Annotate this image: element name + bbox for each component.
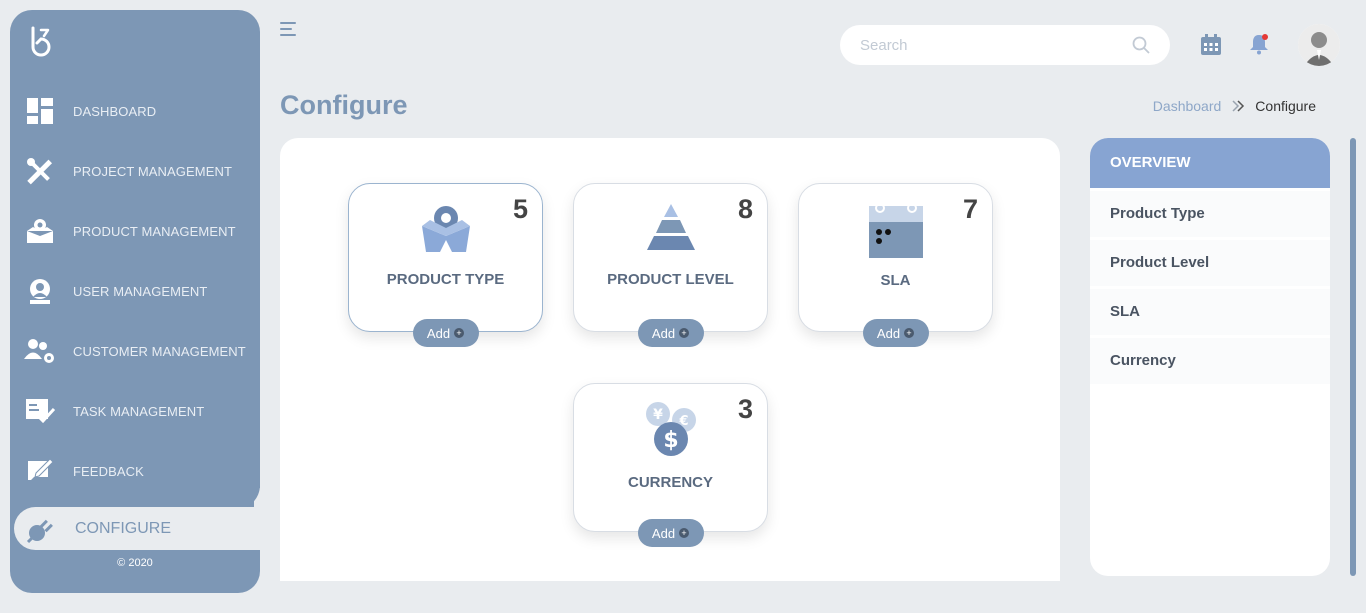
overview-title: OVERVIEW	[1090, 138, 1330, 188]
overview-item-currency[interactable]: Currency	[1090, 338, 1330, 384]
sidebar-item-product-management[interactable]: PRODUCT MANAGEMENT	[10, 201, 260, 261]
add-sla-button[interactable]: Add +	[862, 319, 929, 347]
overview-panel: OVERVIEW Product Type Product Level SLA …	[1090, 138, 1330, 576]
plus-icon: +	[904, 328, 915, 338]
tile-title: SLA	[880, 272, 911, 289]
sidebar-item-label: DASHBOARD	[73, 103, 157, 119]
add-product-type-button[interactable]: Add +	[412, 319, 479, 347]
dashboard-icon	[24, 95, 56, 127]
sidebar-item-label: USER MANAGEMENT	[73, 283, 208, 299]
svg-text:¥: ¥	[653, 407, 663, 423]
breadcrumb-current: Configure	[1255, 98, 1316, 114]
overview-item-product-level[interactable]: Product Level	[1090, 240, 1330, 286]
plug-icon	[24, 513, 56, 545]
tile-count: 3	[737, 394, 753, 424]
plus-icon: +	[679, 328, 690, 338]
add-button-label: Add	[651, 525, 676, 541]
sidebar-item-project-management[interactable]: PROJECT MANAGEMENT	[10, 141, 260, 201]
sidebar-item-dashboard[interactable]: DASHBOARD	[10, 81, 260, 141]
sidebar-item-task-management[interactable]: TASK MANAGEMENT	[10, 381, 260, 441]
configure-panel: 5 PRODUCT TYPE Add + 8 PRODUCT LEVEL Add +…	[280, 138, 1060, 581]
users-gear-icon	[24, 335, 56, 367]
sidebar-item-label: CUSTOMER MANAGEMENT	[73, 343, 246, 359]
calendar-icon	[868, 203, 923, 258]
tile-product-level[interactable]: 8 PRODUCT LEVEL Add +	[573, 183, 768, 347]
tile-count: 5	[512, 194, 528, 224]
notification-dot	[1262, 34, 1268, 40]
box-gear-icon	[421, 206, 470, 252]
svg-text:$: $	[663, 428, 678, 453]
page-title: Configure	[280, 90, 408, 120]
calendar-icon[interactable]	[1200, 34, 1222, 56]
tools-icon	[24, 155, 56, 187]
chevron-right-icon	[1232, 100, 1245, 112]
sidebar-item-label: PRODUCT MANAGEMENT	[73, 223, 236, 239]
add-product-level-button[interactable]: Add +	[637, 319, 704, 347]
tile-title: PRODUCT TYPE	[386, 271, 505, 288]
currency-icon: ¥ € $	[645, 402, 696, 456]
task-check-icon	[24, 395, 56, 427]
tile-product-type[interactable]: 5 PRODUCT TYPE Add +	[348, 183, 543, 347]
sidebar-curve	[10, 480, 260, 510]
sidebar-item-label: PROJECT MANAGEMENT	[73, 163, 233, 179]
box-gear-icon	[24, 215, 56, 247]
add-button-label: Add	[651, 325, 676, 341]
breadcrumb: Dashboard Configure	[1153, 98, 1316, 114]
tile-count: 8	[737, 194, 753, 224]
search-icon[interactable]	[1132, 36, 1150, 54]
sidebar-item-user-management[interactable]: USER MANAGEMENT	[10, 261, 260, 321]
sidebar: DASHBOARD PROJECT MANAGEMENT PRODUCT MAN…	[10, 10, 260, 593]
scrollbar[interactable]	[1350, 138, 1356, 576]
tile-count: 7	[962, 194, 978, 224]
overview-item-product-type[interactable]: Product Type	[1090, 191, 1330, 237]
tile-sla[interactable]: 7 SLA Add +	[798, 183, 993, 347]
sidebar-item-configure[interactable]: CONFIGURE	[14, 507, 254, 550]
sidebar-item-customer-management[interactable]: CUSTOMER MANAGEMENT	[10, 321, 260, 381]
overview-item-sla[interactable]: SLA	[1090, 289, 1330, 335]
tile-title: PRODUCT LEVEL	[607, 271, 734, 288]
bell-icon[interactable]	[1248, 33, 1270, 55]
search-input[interactable]	[860, 25, 1120, 65]
pyramid-icon	[646, 204, 695, 250]
breadcrumb-link-dashboard[interactable]: Dashboard	[1153, 98, 1222, 114]
add-button-label: Add	[426, 325, 451, 341]
sidebar-item-label: TASK MANAGEMENT	[73, 403, 205, 419]
sidebar-item-label: FEEDBACK	[73, 463, 144, 479]
plus-icon: +	[679, 528, 690, 538]
avatar[interactable]	[1298, 24, 1340, 66]
copyright: © 2020	[117, 557, 153, 569]
logo-icon[interactable]	[28, 25, 54, 57]
sidebar-item-label: CONFIGURE	[75, 519, 171, 537]
plus-icon: +	[454, 328, 465, 338]
user-gear-icon	[24, 275, 56, 307]
add-button-label: Add	[876, 325, 901, 341]
add-currency-button[interactable]: Add +	[637, 519, 704, 547]
tile-currency[interactable]: 3 ¥ € $ CURRENCY Add +	[573, 383, 768, 547]
search-bar	[840, 25, 1170, 65]
menu-toggle-button[interactable]	[280, 22, 298, 38]
tile-title: CURRENCY	[627, 474, 713, 491]
